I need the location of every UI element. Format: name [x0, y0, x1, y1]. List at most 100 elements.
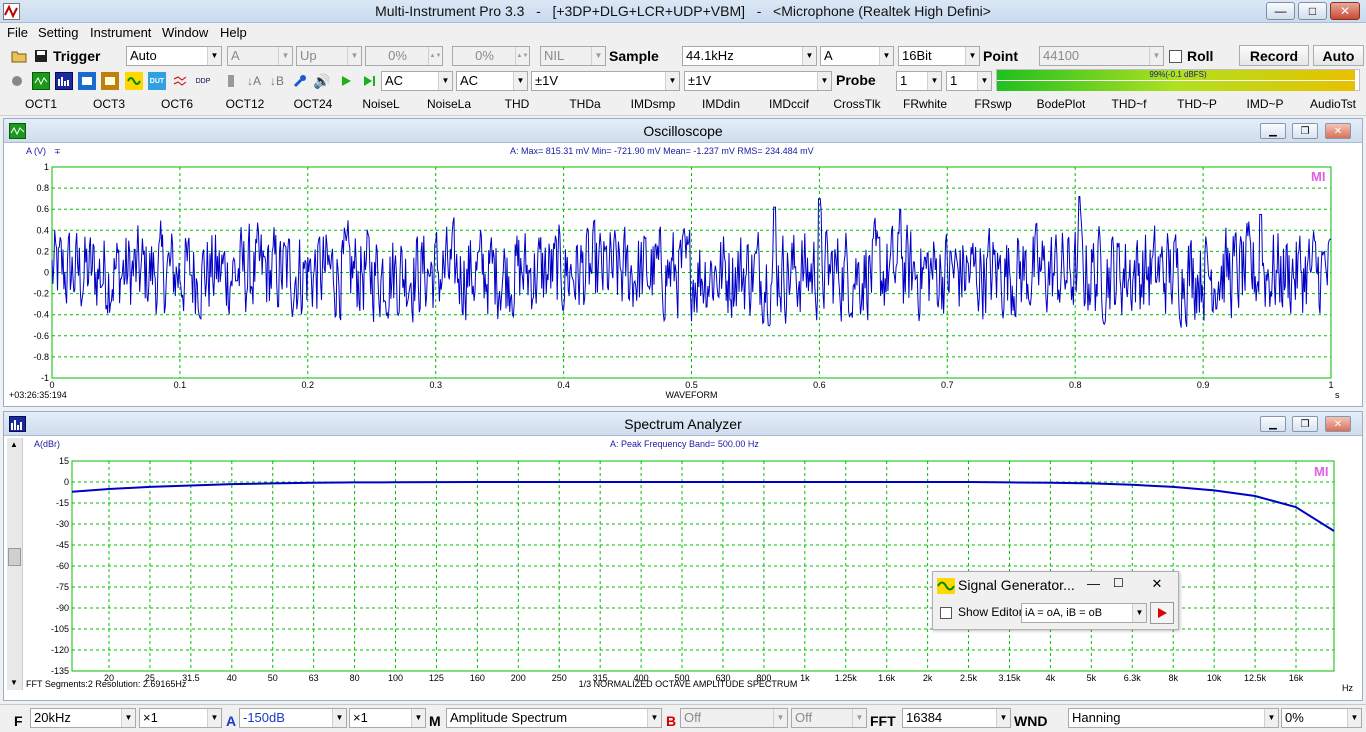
- spectrum-analyzer-icon[interactable]: [55, 72, 73, 90]
- spec-y-tick-label: -15: [56, 498, 69, 508]
- menu-setting[interactable]: Setting: [38, 25, 78, 40]
- sample-rate-select[interactable]: 44.1kHz ▼: [682, 46, 817, 66]
- func-noisel[interactable]: NoiseL: [362, 97, 399, 111]
- func-imdsmp[interactable]: IMDsmp: [631, 97, 676, 111]
- spectrum-mode-select[interactable]: Amplitude Spectrum ▼: [446, 708, 662, 728]
- speaker-icon[interactable]: 🔊: [313, 72, 331, 90]
- run-once-icon[interactable]: [360, 72, 378, 90]
- range-b-select[interactable]: ±1V ▼: [684, 71, 832, 91]
- func-thd[interactable]: THD: [505, 97, 530, 111]
- func-oct24[interactable]: OCT24: [294, 97, 333, 111]
- maximize-button[interactable]: □: [1298, 2, 1327, 20]
- trace-a-icon[interactable]: ↓A: [245, 72, 263, 90]
- osc-restore-button[interactable]: ❐: [1292, 123, 1318, 139]
- siggen-start-button[interactable]: [1150, 602, 1174, 624]
- a-range-select[interactable]: -150dB ▼: [239, 708, 347, 728]
- spec-x-tick-label: 160: [470, 673, 485, 683]
- data-logger-icon[interactable]: [101, 72, 119, 90]
- func-crosstlk[interactable]: CrossTlk: [833, 97, 880, 111]
- b-range-select[interactable]: Off ▼: [680, 708, 788, 728]
- coupling-b-select[interactable]: AC ▼: [456, 71, 528, 91]
- func-oct1[interactable]: OCT1: [25, 97, 57, 111]
- overlap-select[interactable]: 0% ▼: [1281, 708, 1362, 728]
- func-frswp[interactable]: FRswp: [974, 97, 1011, 111]
- show-editor-checkbox[interactable]: [940, 607, 952, 619]
- func-oct3[interactable]: OCT3: [93, 97, 125, 111]
- menu-window[interactable]: Window: [162, 25, 208, 40]
- range-a-select[interactable]: ±1V ▼: [531, 71, 680, 91]
- osc-y-tick-label: -0.2: [33, 289, 49, 299]
- probe-a-select[interactable]: 1 ▼: [896, 71, 942, 91]
- trigger-nil-select[interactable]: NIL ▼: [540, 46, 606, 66]
- ddp-icon[interactable]: DDP: [194, 72, 212, 90]
- spec-close-button[interactable]: ✕: [1325, 416, 1351, 432]
- waveform-compare-icon[interactable]: [171, 72, 189, 90]
- func-thd-f[interactable]: THD~f: [1111, 97, 1146, 111]
- spec-y-tick-label: -135: [51, 666, 69, 676]
- spec-x-tick-label: 1.6k: [878, 673, 896, 683]
- trace-b-icon[interactable]: ↓B: [268, 72, 286, 90]
- trigger-level-stepper[interactable]: 0% ▲▼: [365, 46, 443, 66]
- point-count-select[interactable]: 44100 ▼: [1039, 46, 1164, 66]
- channel-mapping-select[interactable]: iA = oA, iB = oB ▼: [1021, 603, 1147, 623]
- func-bodeplot[interactable]: BodePlot: [1037, 97, 1086, 111]
- record-button[interactable]: Record: [1239, 45, 1309, 66]
- trigger-mode-select[interactable]: Auto ▼: [126, 46, 222, 66]
- spectrum-plot[interactable]: A(dBr) A: Peak Frequency Band= 500.00 Hz 1…: [4, 436, 1362, 700]
- func-imddin[interactable]: IMDdin: [702, 97, 740, 111]
- func-noisela[interactable]: NoiseLa: [427, 97, 471, 111]
- osc-minimize-button[interactable]: ▁: [1260, 123, 1286, 139]
- trigger-slope-select[interactable]: Up ▼: [296, 46, 362, 66]
- stop-icon[interactable]: [8, 72, 26, 90]
- x-zoom-select[interactable]: ×1 ▼: [139, 708, 222, 728]
- func-imd-p[interactable]: IMD~P: [1246, 97, 1283, 111]
- trigger-channel-select[interactable]: A ▼: [227, 46, 293, 66]
- osc-y-tick-label: 1: [44, 162, 49, 172]
- coupling-a-select[interactable]: AC ▼: [381, 71, 453, 91]
- menu-file[interactable]: File: [7, 25, 28, 40]
- auto-button[interactable]: Auto: [1313, 45, 1364, 66]
- func-frwhite[interactable]: FRwhite: [903, 97, 947, 111]
- save-disk-icon[interactable]: [32, 47, 50, 65]
- calibrate-wrench-icon[interactable]: [291, 72, 309, 90]
- func-thda[interactable]: THDa: [569, 97, 600, 111]
- a-zoom-select[interactable]: ×1 ▼: [349, 708, 426, 728]
- oscilloscope-icon[interactable]: [32, 72, 50, 90]
- fft-size-select[interactable]: 16384 ▼: [902, 708, 1011, 728]
- b-zoom-select[interactable]: Off ▼: [791, 708, 867, 728]
- func-audiotst[interactable]: AudioTst: [1310, 97, 1356, 111]
- run-icon[interactable]: [337, 72, 355, 90]
- func-thd-p[interactable]: THD~P: [1177, 97, 1217, 111]
- frequency-range-select[interactable]: 20kHz ▼: [30, 708, 136, 728]
- roll-checkbox[interactable]: [1169, 50, 1182, 63]
- menu-instrument[interactable]: Instrument: [90, 25, 151, 40]
- siggen-minimize-button[interactable]: —: [1087, 576, 1100, 591]
- osc-timestamp: +03:26:35:194: [9, 390, 67, 400]
- signal-generator-icon[interactable]: [125, 72, 143, 90]
- siggen-maximize-button[interactable]: ☐: [1113, 576, 1124, 590]
- spec-stats-readout: A: Peak Frequency Band= 500.00 Hz: [610, 439, 759, 449]
- spec-mi-logo: MI: [1314, 464, 1328, 479]
- func-oct12[interactable]: OCT12: [226, 97, 265, 111]
- probe-icon[interactable]: [222, 72, 240, 90]
- multimeter-icon[interactable]: [78, 72, 96, 90]
- osc-close-button[interactable]: ✕: [1325, 123, 1351, 139]
- osc-x-axis-label: WAVEFORM: [666, 390, 718, 400]
- siggen-close-button[interactable]: ✕: [1137, 573, 1177, 595]
- menu-help[interactable]: Help: [220, 25, 247, 40]
- minimize-button[interactable]: —: [1266, 2, 1295, 20]
- oscilloscope-plot[interactable]: A (V) ∓ A: Max= 815.31 mV Min= -721.90 mV …: [4, 143, 1362, 406]
- open-folder-icon[interactable]: [10, 47, 28, 65]
- dut-icon[interactable]: DUT: [148, 72, 166, 90]
- func-imdccif[interactable]: IMDccif: [769, 97, 809, 111]
- close-button[interactable]: ✕: [1330, 2, 1360, 20]
- func-oct6[interactable]: OCT6: [161, 97, 193, 111]
- input-channel-select[interactable]: A ▼: [820, 46, 894, 66]
- trigger-delay-stepper[interactable]: 0% ▲▼: [452, 46, 530, 66]
- window-function-select[interactable]: Hanning ▼: [1068, 708, 1279, 728]
- bit-depth-select[interactable]: 16Bit ▼: [898, 46, 980, 66]
- spec-y-tick-label: -75: [56, 582, 69, 592]
- probe-b-select[interactable]: 1 ▼: [946, 71, 992, 91]
- spec-minimize-button[interactable]: ▁: [1260, 416, 1286, 432]
- spec-restore-button[interactable]: ❐: [1292, 416, 1318, 432]
